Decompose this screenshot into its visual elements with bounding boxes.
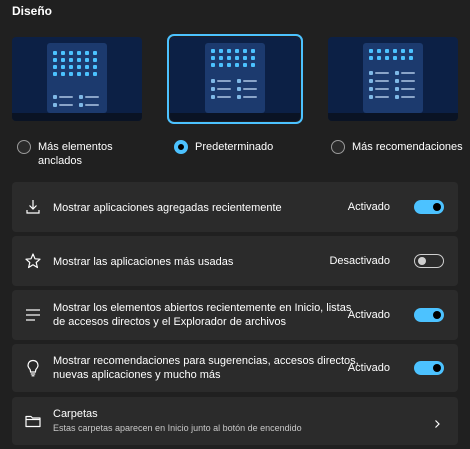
radio-label-line2: anclados (38, 155, 83, 167)
start-menu-thumbnail (363, 43, 423, 113)
most-used-apps-toggle[interactable] (414, 254, 444, 268)
setting-row-recent-items[interactable]: Mostrar los elementos abiertos recientem… (12, 290, 458, 340)
status-text: Desactivado (329, 255, 390, 267)
recommendations-toggle[interactable] (414, 361, 444, 375)
layout-preview-default[interactable] (167, 34, 303, 124)
folder-icon (24, 412, 42, 430)
lightbulb-icon (24, 359, 42, 377)
star-icon (24, 252, 42, 270)
setting-row-recommendations[interactable]: Mostrar recomendaciones para sugerencias… (12, 344, 458, 392)
layout-preview-more-pins[interactable] (12, 37, 142, 121)
radio-button[interactable] (331, 140, 345, 154)
radio-label-line1: Predeterminado (195, 141, 274, 153)
status-text: Activado (347, 362, 390, 374)
setting-row-recent-apps[interactable]: Mostrar aplicaciones agregadas recientem… (12, 182, 458, 232)
download-icon (24, 198, 42, 216)
radio-option-default[interactable]: Predeterminado (174, 140, 273, 154)
setting-label-line2: de accesos directos y el Explorador de a… (53, 316, 286, 328)
radio-option-more-pins[interactable]: Más elementos anclados (17, 140, 113, 168)
layout-preview-more-recommendations[interactable] (328, 37, 458, 121)
status-text: Activado (347, 309, 390, 321)
folders-title: Carpetas (53, 408, 98, 420)
folders-subtitle: Estas carpetas aparecen en Inicio junto … (53, 423, 302, 433)
list-icon (24, 306, 42, 324)
radio-button[interactable] (17, 140, 31, 154)
section-title: Diseño (12, 4, 53, 18)
radio-button[interactable] (174, 140, 188, 154)
setting-label-line1: Mostrar los elementos abiertos recientem… (53, 302, 352, 314)
start-menu-thumbnail (47, 43, 107, 113)
start-menu-thumbnail (205, 43, 265, 113)
recent-apps-toggle[interactable] (414, 200, 444, 214)
status-text: Activado (347, 201, 390, 213)
chevron-right-icon[interactable] (432, 416, 442, 428)
recent-items-toggle[interactable] (414, 308, 444, 322)
setting-label: Mostrar las aplicaciones más usadas (53, 256, 234, 268)
setting-row-most-used-apps[interactable]: Mostrar las aplicaciones más usadas Desa… (12, 236, 458, 286)
setting-label-line2: nuevas aplicaciones y mucho más (53, 369, 221, 381)
radio-label-line1: Más elementos (38, 141, 113, 153)
radio-label-line1: Más recomendaciones (352, 141, 463, 153)
setting-label-line1: Mostrar recomendaciones para sugerencias… (53, 355, 359, 367)
radio-option-more-recommendations[interactable]: Más recomendaciones (331, 140, 463, 154)
setting-label: Mostrar aplicaciones agregadas recientem… (53, 202, 282, 214)
setting-row-folders[interactable]: Carpetas Estas carpetas aparecen en Inic… (12, 397, 458, 445)
